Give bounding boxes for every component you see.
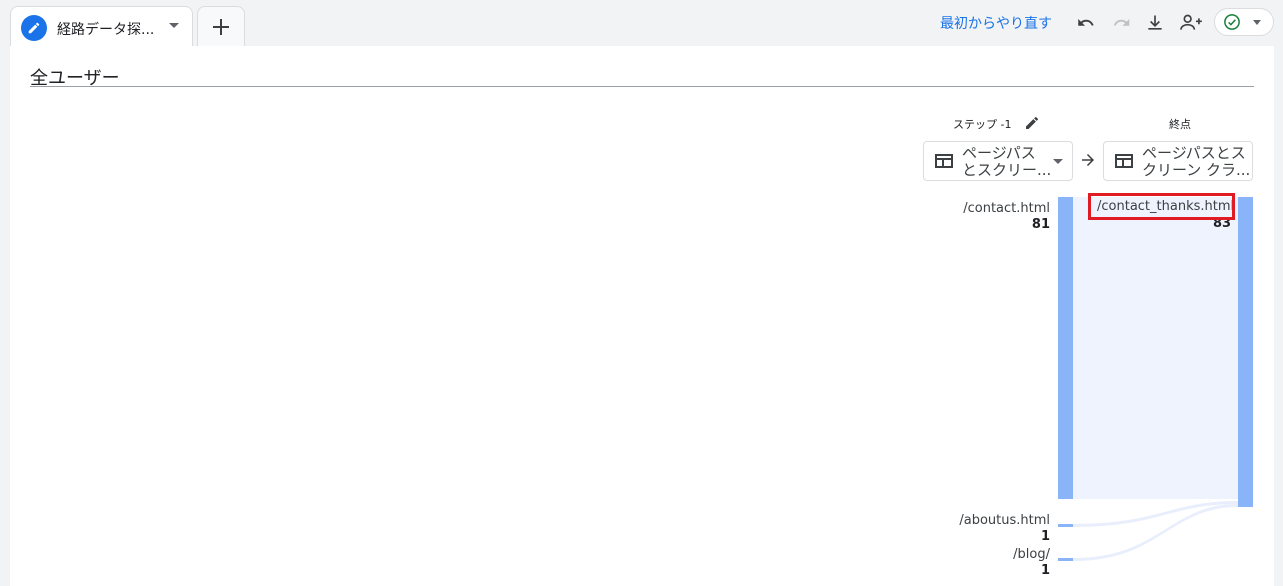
undo-icon[interactable] xyxy=(1075,12,1097,34)
node-path: /blog/ xyxy=(1013,547,1050,562)
step-node-label[interactable]: /aboutus.html 1 xyxy=(959,513,1050,545)
flow-link xyxy=(1073,501,1238,527)
node-count: 1 xyxy=(1040,563,1050,578)
status-dropdown[interactable] xyxy=(1214,8,1274,36)
step-node-bar[interactable] xyxy=(1058,197,1073,499)
node-path: /contact.html xyxy=(963,201,1050,216)
step-node-bar[interactable] xyxy=(1058,558,1073,561)
download-icon[interactable] xyxy=(1144,12,1166,34)
plus-icon xyxy=(213,18,229,35)
check-circle-icon xyxy=(1224,14,1240,30)
reset-link[interactable]: 最初からやり直す xyxy=(940,13,1052,33)
highlight-box xyxy=(1088,193,1235,220)
node-path: /aboutus.html xyxy=(959,513,1050,528)
flow-link xyxy=(1073,504,1238,561)
top-bar: 経路データ探... 最初からやり直す xyxy=(0,0,1283,46)
end-node-bar[interactable] xyxy=(1238,197,1253,507)
exploration-canvas: 全ユーザー ステップ -1 終点 ページパス とスクリー... ページパスとス … xyxy=(10,46,1274,586)
exploration-tab[interactable]: 経路データ探... xyxy=(10,6,193,46)
pencil-icon xyxy=(21,15,47,41)
chevron-down-icon[interactable] xyxy=(169,23,179,28)
tab-label: 経路データ探... xyxy=(57,22,155,38)
redo-icon[interactable] xyxy=(1111,12,1133,34)
node-count: 1 xyxy=(1040,529,1050,544)
flow-links xyxy=(1073,501,1238,561)
add-tab-button[interactable] xyxy=(197,6,245,46)
share-user-icon[interactable] xyxy=(1178,12,1204,34)
step-node-bar[interactable] xyxy=(1058,524,1073,527)
node-count: 81 xyxy=(1031,217,1050,232)
step-node-label[interactable]: /contact.html 81 xyxy=(963,201,1050,233)
step-node-label[interactable]: /blog/ 1 xyxy=(1013,547,1050,579)
chevron-down-icon xyxy=(1253,20,1261,25)
